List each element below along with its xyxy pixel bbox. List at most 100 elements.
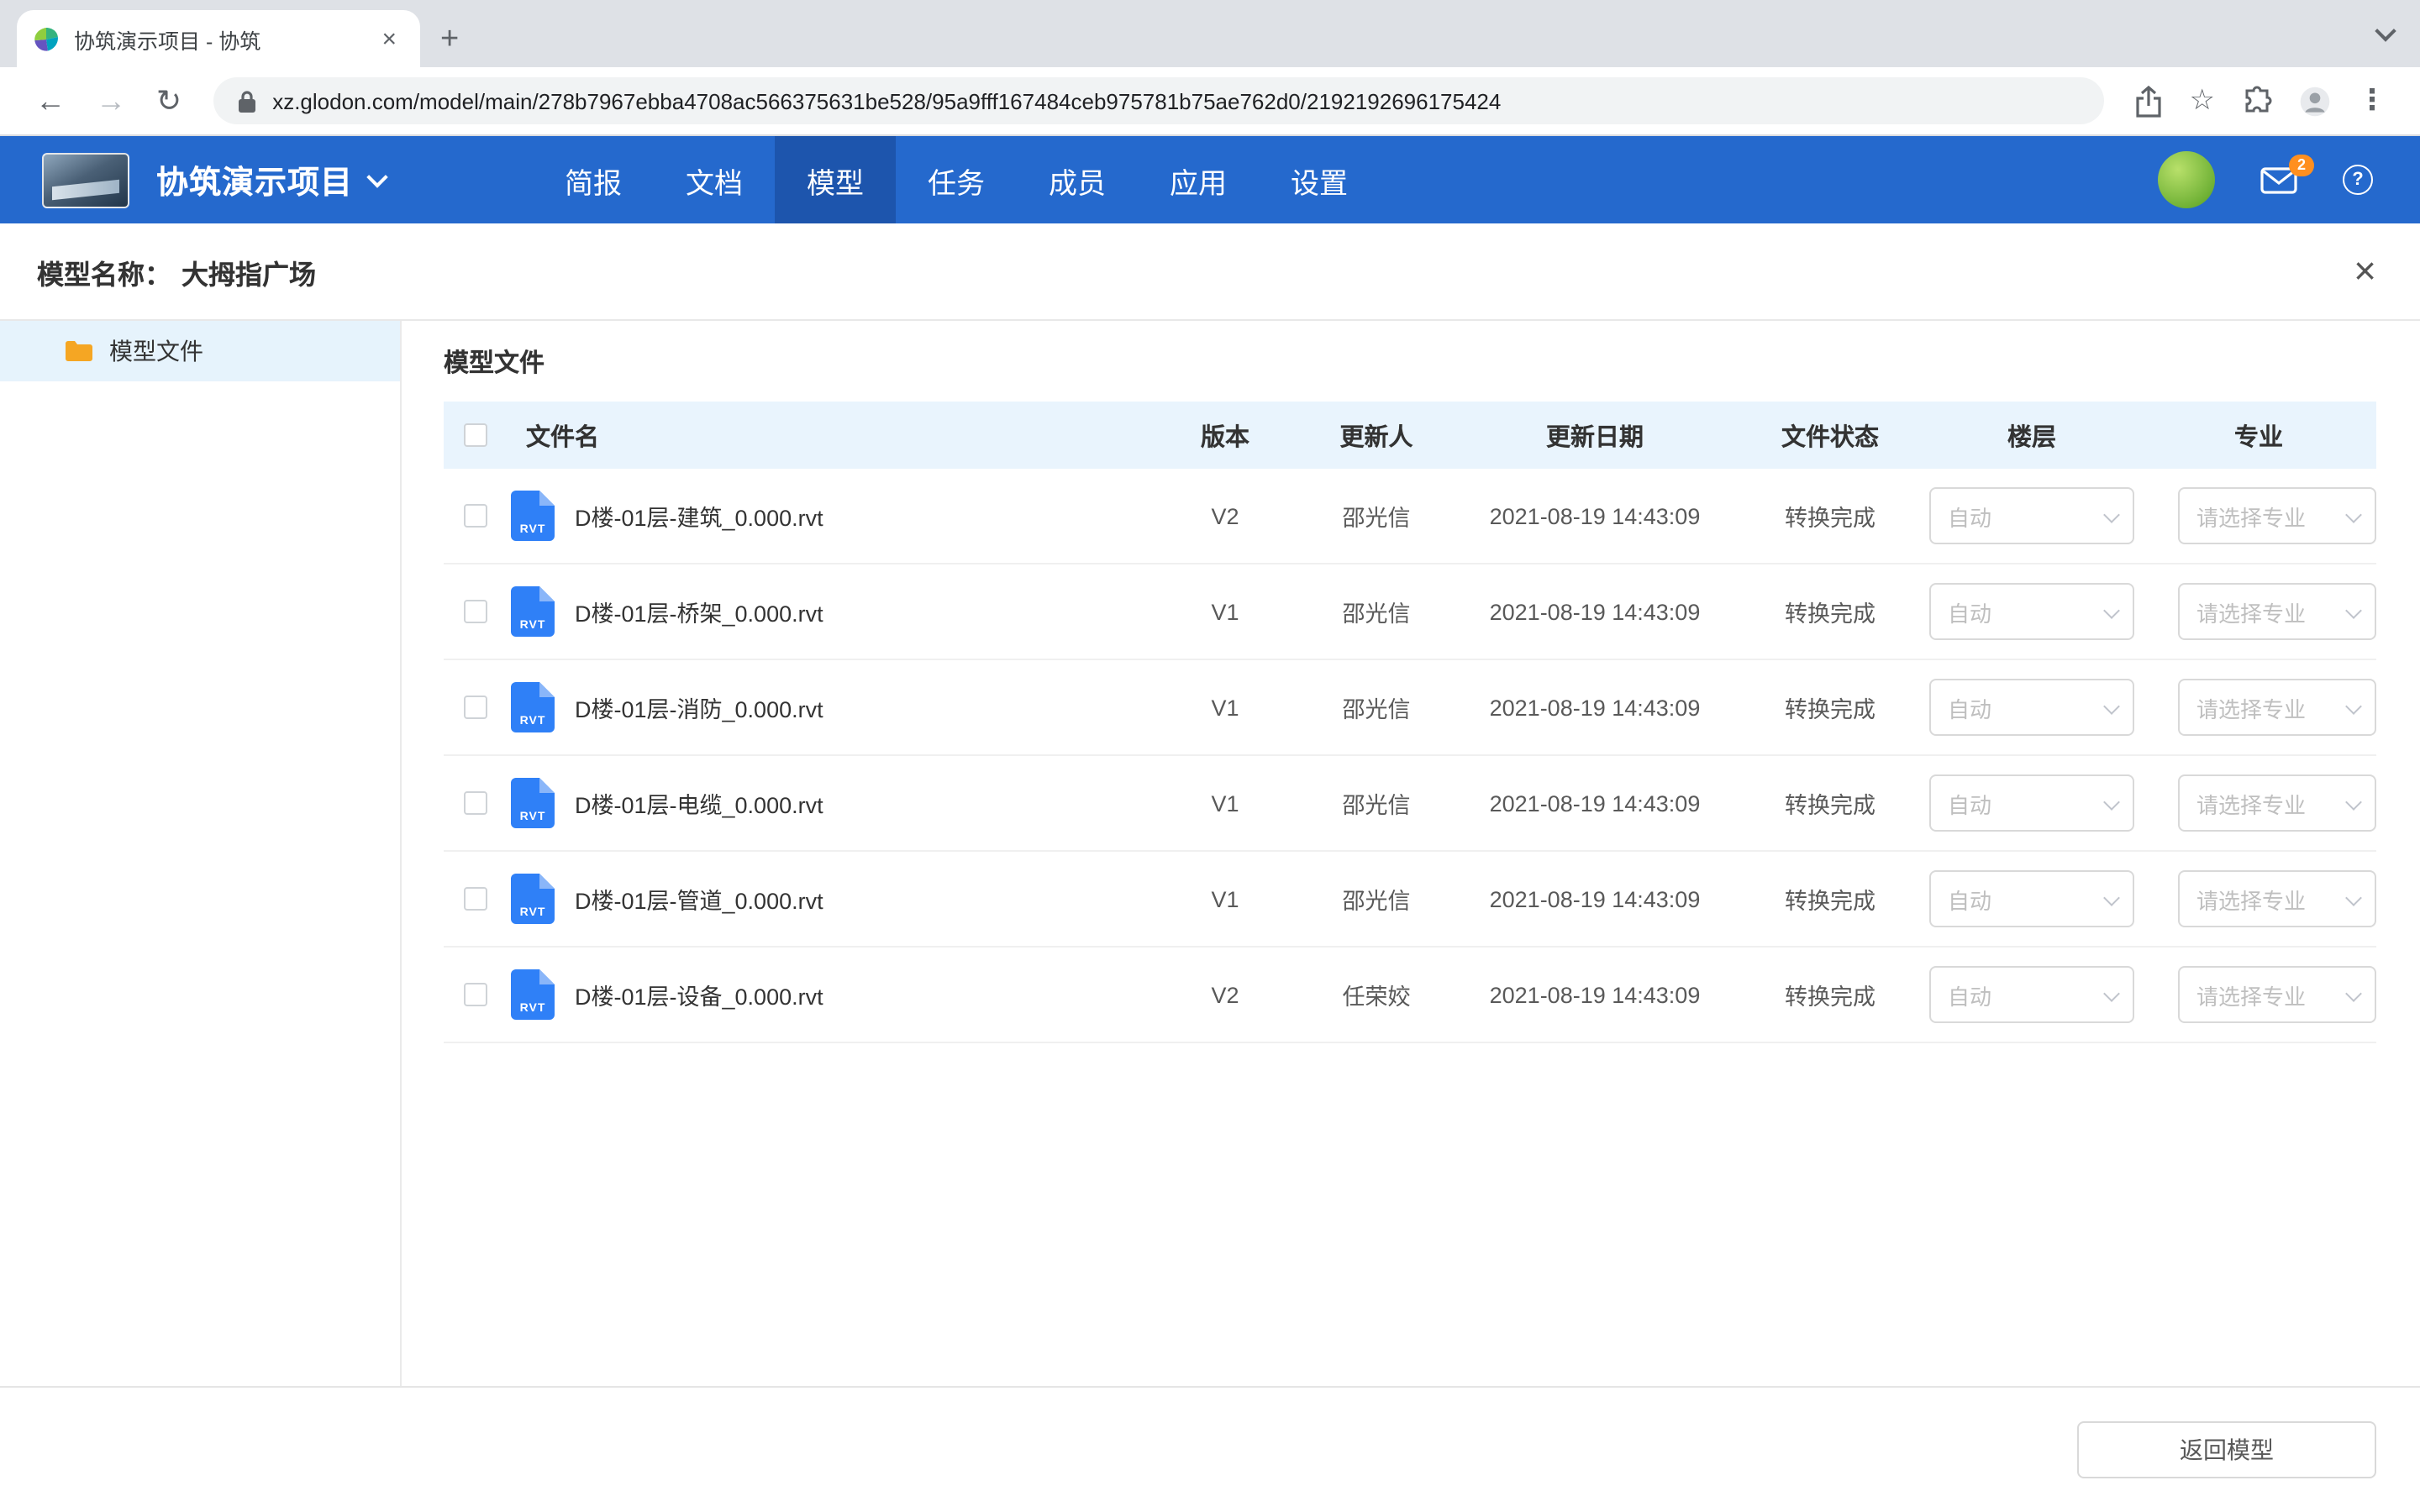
file-name[interactable]: D楼-01层-消防_0.000.rvt: [575, 690, 823, 724]
nav-tab-label: 应用: [1170, 159, 1227, 201]
floor-select[interactable]: 自动: [1929, 870, 2134, 927]
table-row: RVT D楼-01层-建筑_0.000.rvt V2 邵光信 2021-08-1…: [444, 469, 2376, 564]
row-checkbox[interactable]: [464, 983, 487, 1006]
file-name[interactable]: D楼-01层-管道_0.000.rvt: [575, 882, 823, 916]
app-nav: 简报 文档 模型 任务 成员 应用 设置: [533, 136, 1380, 223]
row-checkbox[interactable]: [464, 791, 487, 815]
major-select[interactable]: 请选择专业: [2178, 583, 2376, 640]
nav-tab-apps[interactable]: 应用: [1138, 136, 1259, 223]
messages-button[interactable]: 2: [2260, 165, 2297, 194]
floor-select[interactable]: 自动: [1929, 966, 2134, 1023]
sidebar-item-model-files[interactable]: 模型文件: [0, 321, 400, 381]
table-row: RVT D楼-01层-消防_0.000.rvt V1 邵光信 2021-08-1…: [444, 660, 2376, 756]
major-select[interactable]: 请选择专业: [2178, 966, 2376, 1023]
reload-button[interactable]: ↻: [141, 86, 197, 116]
nav-tab-model[interactable]: 模型: [775, 136, 896, 223]
nav-tab-briefing[interactable]: 简报: [533, 136, 654, 223]
major-select[interactable]: 请选择专业: [2178, 679, 2376, 736]
new-tab-button[interactable]: +: [440, 24, 459, 55]
extensions-icon[interactable]: [2228, 86, 2286, 116]
chevron-down-icon: [2345, 697, 2362, 714]
project-name-dropdown[interactable]: 协筑演示项目: [156, 157, 385, 202]
rvt-file-icon: RVT: [511, 491, 555, 541]
nav-tab-label: 设置: [1291, 159, 1348, 201]
file-name[interactable]: D楼-01层-设备_0.000.rvt: [575, 978, 823, 1011]
folder-icon: [64, 339, 94, 363]
file-status: 转换完成: [1738, 786, 1923, 820]
file-updater: 邵光信: [1301, 690, 1452, 724]
rvt-file-icon: RVT: [511, 969, 555, 1020]
browser-toolbar: ← → ↻ xz.glodon.com/model/main/278b7967e…: [0, 67, 2420, 136]
table-row: RVT D楼-01层-管道_0.000.rvt V1 邵光信 2021-08-1…: [444, 852, 2376, 948]
model-files-table: 文件名 版本 更新人 更新日期 文件状态 楼层 专业 RVT D楼-01层-建筑…: [444, 402, 2376, 1043]
browser-tab[interactable]: 协筑演示项目 - 协筑 ×: [17, 10, 420, 67]
nav-tab-settings[interactable]: 设置: [1259, 136, 1380, 223]
back-button[interactable]: ←: [20, 86, 81, 116]
nav-tab-documents[interactable]: 文档: [654, 136, 775, 223]
chevron-down-icon: [2103, 601, 2120, 618]
row-checkbox[interactable]: [464, 887, 487, 911]
sidebar: 模型文件: [0, 321, 402, 1386]
tab-title: 协筑演示项目 - 协筑: [74, 23, 375, 55]
file-updater: 邵光信: [1301, 499, 1452, 533]
major-select[interactable]: 请选择专业: [2178, 487, 2376, 544]
file-version: V2: [1150, 982, 1301, 1007]
tab-close-icon[interactable]: ×: [375, 24, 403, 53]
chevron-down-icon: [2345, 793, 2362, 810]
file-name[interactable]: D楼-01层-电缆_0.000.rvt: [575, 786, 823, 820]
url-text: xz.glodon.com/model/main/278b7967ebba470…: [272, 88, 1501, 113]
tab-search-icon[interactable]: [2378, 17, 2393, 47]
col-header-filename: 文件名: [511, 417, 1150, 453]
file-version: V1: [1150, 695, 1301, 720]
table-header-row: 文件名 版本 更新人 更新日期 文件状态 楼层 专业: [444, 402, 2376, 469]
nav-tab-tasks[interactable]: 任务: [896, 136, 1017, 223]
row-checkbox[interactable]: [464, 600, 487, 623]
nav-tab-label: 模型: [807, 159, 864, 201]
floor-select[interactable]: 自动: [1929, 583, 2134, 640]
user-avatar[interactable]: [2158, 151, 2215, 208]
col-header-version: 版本: [1150, 417, 1301, 453]
site-favicon-icon: [34, 26, 59, 51]
floor-select[interactable]: 自动: [1929, 487, 2134, 544]
file-update-date: 2021-08-19 14:43:09: [1452, 790, 1738, 816]
file-update-date: 2021-08-19 14:43:09: [1452, 695, 1738, 720]
forward-button[interactable]: →: [81, 86, 141, 116]
chevron-down-icon: [2103, 793, 2120, 810]
help-glyph: ?: [2352, 171, 2363, 189]
chevron-down-icon: [2103, 697, 2120, 714]
file-update-date: 2021-08-19 14:43:09: [1452, 503, 1738, 528]
file-name[interactable]: D楼-01层-桥架_0.000.rvt: [575, 595, 823, 628]
panel-footer: 返回模型: [0, 1386, 2420, 1512]
back-to-model-button[interactable]: 返回模型: [2077, 1421, 2376, 1478]
floor-select[interactable]: 自动: [1929, 679, 2134, 736]
major-select[interactable]: 请选择专业: [2178, 774, 2376, 832]
rvt-file-icon: RVT: [511, 778, 555, 828]
col-header-floor: 楼层: [1923, 417, 2141, 453]
floor-select[interactable]: 自动: [1929, 774, 2134, 832]
chevron-down-icon: [2103, 506, 2120, 522]
file-status: 转换完成: [1738, 978, 1923, 1011]
chevron-down-icon: [2345, 506, 2362, 522]
bookmark-star-icon[interactable]: ☆: [2176, 84, 2229, 118]
help-button[interactable]: ?: [2343, 165, 2373, 195]
file-name[interactable]: D楼-01层-建筑_0.000.rvt: [575, 499, 823, 533]
col-header-date: 更新日期: [1452, 417, 1738, 453]
row-checkbox[interactable]: [464, 696, 487, 719]
major-select[interactable]: 请选择专业: [2178, 870, 2376, 927]
browser-menu-icon[interactable]: ⋮: [2344, 84, 2400, 118]
select-all-checkbox[interactable]: [464, 423, 487, 447]
nav-tab-members[interactable]: 成员: [1017, 136, 1138, 223]
chevron-down-icon: [2345, 984, 2362, 1001]
close-icon[interactable]: ×: [2354, 252, 2376, 291]
share-icon[interactable]: [2121, 85, 2176, 117]
browser-profile-icon[interactable]: [2286, 85, 2344, 117]
app-header: 协筑演示项目 简报 文档 模型 任务 成员 应用 设置 2 ?: [0, 136, 2420, 223]
browser-window: 协筑演示项目 - 协筑 × + ← → ↻ xz.glodon.com/mode…: [0, 0, 2420, 1512]
file-update-date: 2021-08-19 14:43:09: [1452, 886, 1738, 911]
project-logo[interactable]: [42, 152, 129, 207]
url-bar[interactable]: xz.glodon.com/model/main/278b7967ebba470…: [213, 77, 2103, 124]
file-updater: 邵光信: [1301, 786, 1452, 820]
file-version: V1: [1150, 599, 1301, 624]
file-status: 转换完成: [1738, 595, 1923, 628]
row-checkbox[interactable]: [464, 504, 487, 528]
